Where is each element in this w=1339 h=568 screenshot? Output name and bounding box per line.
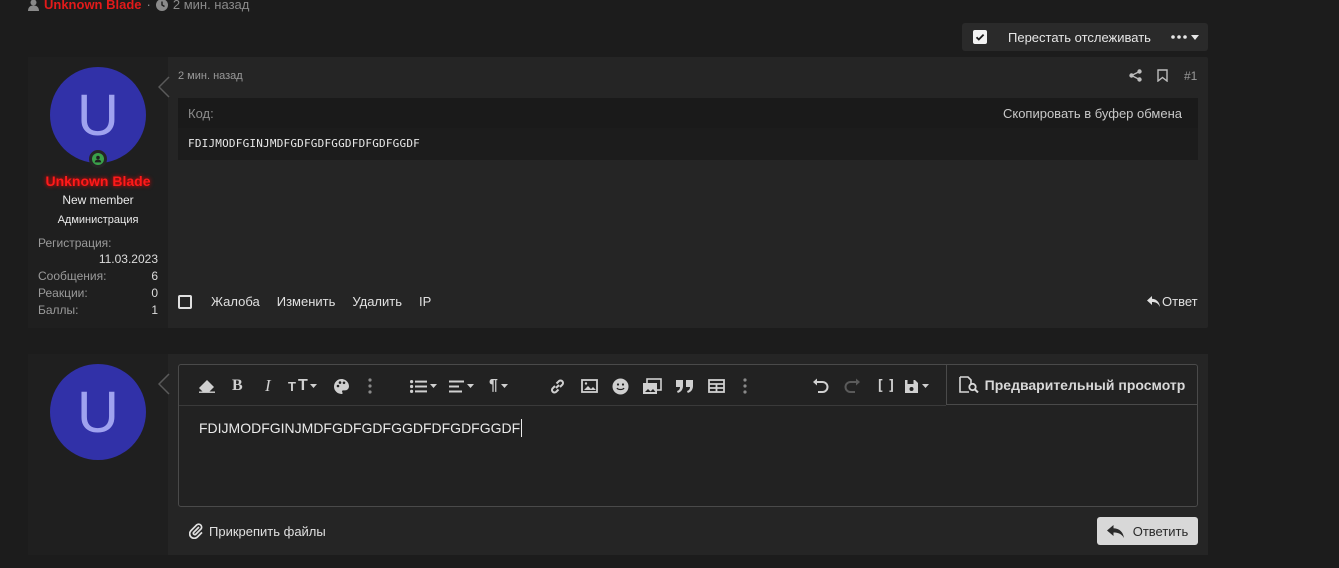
thread-meta: Unknown Blade · 2 мин. назад bbox=[28, 0, 249, 12]
unwatch-button[interactable]: Перестать отслеживать bbox=[1008, 30, 1151, 45]
user-title: New member bbox=[62, 193, 134, 207]
post-arrow-icon bbox=[158, 76, 170, 98]
reply-arrow-icon bbox=[158, 373, 170, 395]
watch-checkbox[interactable] bbox=[973, 30, 987, 44]
post-user-panel: U Unknown Blade New member Администрация… bbox=[28, 57, 168, 328]
code-label: Код: bbox=[188, 105, 214, 121]
editor-toolbar: B I TT ¶ [] bbox=[179, 365, 946, 405]
report-link[interactable]: Жалоба bbox=[211, 294, 260, 309]
link-icon[interactable] bbox=[549, 377, 566, 395]
table-icon[interactable] bbox=[708, 377, 725, 395]
share-icon[interactable] bbox=[1129, 69, 1142, 82]
vertical-ellipsis-icon[interactable] bbox=[368, 377, 372, 395]
stat-registration-label: Регистрация: bbox=[38, 236, 112, 250]
color-palette-icon[interactable] bbox=[333, 377, 350, 395]
post-time[interactable]: 2 мин. назад bbox=[178, 70, 243, 82]
thread-time[interactable]: 2 мин. назад bbox=[173, 0, 249, 12]
user-icon bbox=[28, 0, 39, 11]
align-icon[interactable] bbox=[449, 377, 474, 395]
online-indicator bbox=[89, 150, 107, 168]
stat-reactions-value: 0 bbox=[151, 286, 158, 300]
paperclip-icon bbox=[189, 523, 203, 539]
post-number[interactable]: #1 bbox=[1184, 69, 1197, 83]
stat-messages-label: Сообщения: bbox=[38, 269, 107, 283]
attach-files-button[interactable]: Прикрепить файлы bbox=[189, 523, 326, 539]
reply-avatar: U bbox=[50, 364, 146, 460]
thread-author[interactable]: Unknown Blade bbox=[44, 0, 142, 12]
undo-icon[interactable] bbox=[812, 377, 829, 395]
caret-down-icon bbox=[1190, 34, 1199, 40]
bookmark-icon[interactable] bbox=[1157, 69, 1168, 82]
smiley-icon[interactable] bbox=[612, 377, 629, 395]
post-username[interactable]: Unknown Blade bbox=[28, 173, 168, 189]
code-content: FDIJMODFGINJMDFGDFGDFGGDFDFGDFGGDF bbox=[188, 137, 420, 150]
paragraph-icon[interactable]: ¶ bbox=[489, 377, 508, 395]
delete-link[interactable]: Удалить bbox=[352, 294, 402, 309]
edit-link[interactable]: Изменить bbox=[277, 294, 336, 309]
online-dot-icon bbox=[92, 153, 104, 165]
image-icon[interactable] bbox=[581, 377, 598, 395]
submit-reply-button[interactable]: Ответить bbox=[1097, 517, 1198, 545]
stat-reactions-label: Реакции: bbox=[38, 286, 88, 300]
italic-icon[interactable]: I bbox=[265, 376, 271, 395]
stat-messages-value[interactable]: 6 bbox=[151, 269, 158, 283]
attach-files-label: Прикрепить файлы bbox=[209, 523, 326, 539]
meta-separator: · bbox=[146, 0, 151, 12]
watch-toolbar: Перестать отслеживать bbox=[962, 23, 1208, 51]
stat-points-value: 1 bbox=[151, 303, 158, 317]
stat-registration-value: 11.03.2023 bbox=[98, 252, 158, 266]
toolbar-divider bbox=[179, 405, 946, 406]
reply-arrow-icon bbox=[1106, 524, 1124, 538]
text-caret bbox=[521, 419, 523, 437]
text-size-icon[interactable]: TT bbox=[288, 377, 317, 395]
select-post-checkbox[interactable] bbox=[178, 294, 192, 309]
copy-to-clipboard-button[interactable]: Скопировать в буфер обмена bbox=[1003, 106, 1182, 121]
clear-format-icon[interactable] bbox=[198, 377, 216, 395]
reply-link[interactable]: Ответ bbox=[1147, 294, 1198, 309]
drafts-icon[interactable] bbox=[904, 377, 929, 395]
preview-icon bbox=[958, 376, 979, 393]
bbcode-toggle-icon[interactable]: [] bbox=[876, 377, 899, 395]
ellipsis-icon bbox=[1171, 35, 1187, 39]
redo-icon[interactable] bbox=[844, 377, 861, 395]
check-icon bbox=[975, 33, 985, 41]
avatar[interactable]: U bbox=[50, 67, 146, 163]
quote-icon[interactable] bbox=[676, 377, 693, 395]
user-group: Администрация bbox=[57, 214, 139, 226]
bold-icon[interactable]: B bbox=[232, 377, 243, 395]
reply-icon bbox=[1147, 296, 1160, 307]
preview-label: Предварительный просмотр bbox=[984, 376, 1186, 393]
code-header: Код: Скопировать в буфер обмена bbox=[178, 98, 1198, 128]
more-options-button[interactable] bbox=[1171, 34, 1199, 40]
reply-label: Ответ bbox=[1162, 294, 1198, 309]
preview-button[interactable]: Предварительный просмотр bbox=[946, 365, 1197, 405]
post-actions: Жалоба Изменить Удалить IP bbox=[178, 294, 431, 309]
editor-text: FDIJMODFGINJMDFGDFGDFGGDFDFGDFGGDF bbox=[199, 420, 521, 436]
reply-user-panel: U bbox=[28, 354, 168, 555]
list-icon[interactable] bbox=[410, 377, 437, 395]
ip-link[interactable]: IP bbox=[419, 294, 431, 309]
media-gallery-icon[interactable] bbox=[642, 377, 662, 395]
editor-content[interactable]: FDIJMODFGINJMDFGDFGDFGGDFDFGDFGGDF bbox=[199, 419, 523, 437]
stat-points-label: Баллы: bbox=[38, 303, 79, 317]
submit-reply-label: Ответить bbox=[1132, 523, 1189, 539]
more-tools-icon[interactable] bbox=[743, 377, 747, 395]
clock-icon bbox=[155, 0, 168, 11]
code-block: Код: Скопировать в буфер обмена FDIJMODF… bbox=[178, 98, 1198, 160]
